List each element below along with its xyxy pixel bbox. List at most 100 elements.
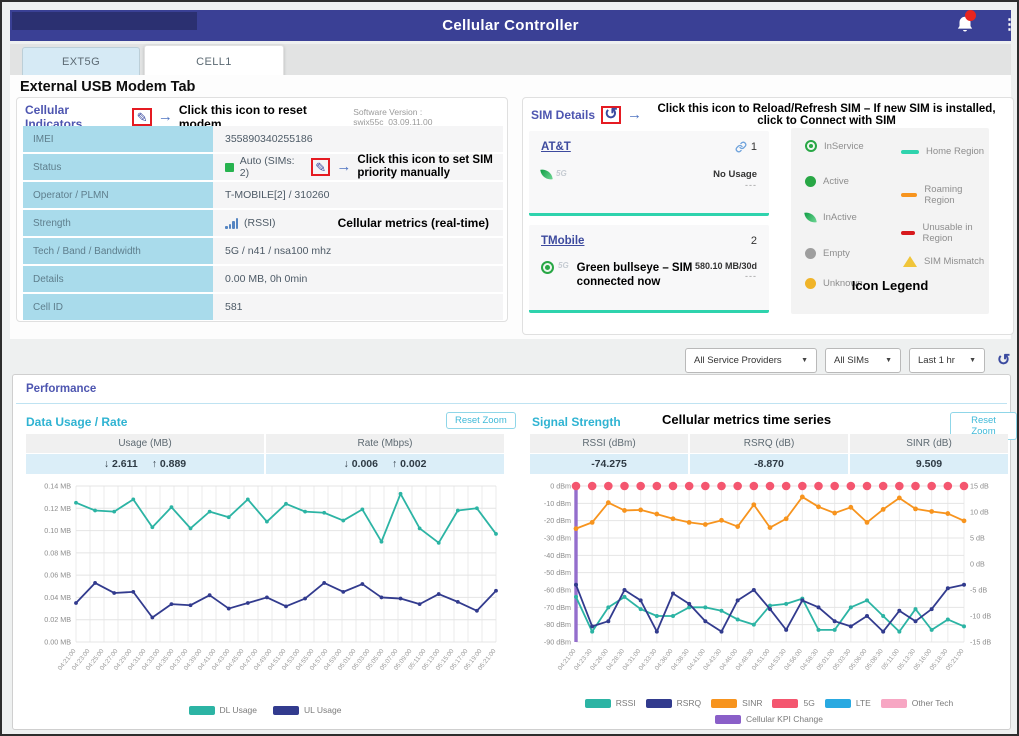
row-label: Details [23,266,213,292]
data-usage-title: Data Usage / Rate [26,415,127,429]
sim-name-link[interactable]: TMobile [541,235,584,247]
sim-card-att[interactable]: AT&T 1 5G No Usage --- [529,131,769,216]
svg-text:-80 dBm: -80 dBm [544,620,571,629]
chevron-down-icon: ▼ [885,357,892,364]
svg-text:0.08 MB: 0.08 MB [44,548,71,557]
roaming-region-icon [901,193,917,197]
svg-text:-40 dBm: -40 dBm [544,551,571,560]
table-row: Cell ID 581 [23,294,503,320]
link-icon [735,141,747,153]
timeseries-annotation: Cellular metrics time series [662,412,831,427]
service-provider-select[interactable]: All Service Providers ▼ [685,348,817,373]
sims-value: All SIMs [834,355,869,366]
annotation-red-box: ↺ [601,106,621,124]
legend-swatch [273,706,299,715]
row-value: T-MOBILE[2] / 310260 [213,182,503,208]
svg-text:-15 dB: -15 dB [970,638,991,647]
svg-text:0.06 MB: 0.06 MB [44,571,71,580]
usage-column: 580.10 MB/30d --- [695,261,757,281]
legend-label: 5G [803,698,814,708]
table-row: Details 0.00 MB, 0h 0min [23,266,503,292]
home-region-icon [901,150,919,154]
legend-swatch [825,699,851,708]
row-label: Operator / PLMN [23,182,213,208]
sim-reload-icon[interactable]: ↺ [604,108,617,122]
svg-text:0.02 MB: 0.02 MB [44,615,71,624]
sim-reload-annotation-line2: click to Connect with SIM [757,115,896,127]
row-value: Auto (SIMs: 2) ✎ → Click this icon to se… [213,154,503,180]
usage-chart-legend: DL UsageUL Usage [26,705,504,715]
legend-item: 5G [772,698,814,708]
svg-text:-10 dB: -10 dB [970,612,991,621]
table-row: Tech / Band / Bandwidth 5G / n41 / nsa10… [23,238,503,264]
signal-chart-legend-row2: Cellular KPI Change [530,714,1008,724]
row-label: Tech / Band / Bandwidth [23,238,213,264]
sim-reload-annotation-line1: Click this icon to Reload/Refresh SIM – … [657,103,995,115]
app-title: Cellular Controller [442,17,579,34]
sim-slot-number: 1 [751,141,757,153]
legend-item: SINR [711,698,762,708]
chevron-down-icon: ▼ [969,357,976,364]
table-row: Strength (RSSI) Cellular metrics (real-t… [23,210,503,236]
status-green-square-icon [225,163,234,172]
usage-down: ↓ 2.611 [104,458,138,470]
unusable-region-icon [901,231,915,235]
legend-unusable-region: Unusable in Region [901,222,989,244]
chevron-down-icon: ▼ [801,357,808,364]
sim-details-title: SIM Details [531,108,595,122]
svg-text:-90 dBm: -90 dBm [544,638,571,647]
annotation-red-box: ✎ [311,158,331,176]
sim-name-link[interactable]: AT&T [541,141,571,153]
tab-cell1[interactable]: CELL1 [144,45,284,78]
legend-item: UL Usage [273,705,341,715]
rate-down: ↓ 0.006 [344,458,378,470]
row-label: Status [23,154,213,180]
empty-icon [805,248,816,259]
status-text: Auto (SIMs: 2) [240,155,305,179]
reset-zoom-button[interactable]: Reset Zoom [446,412,516,429]
annotation-arrow-icon: → [336,161,351,173]
sim-priority-pencil-icon[interactable]: ✎ [315,161,326,174]
tab-ext5g[interactable]: EXT5G [22,47,140,75]
performance-title: Performance [26,383,96,395]
svg-text:0.12 MB: 0.12 MB [44,504,71,513]
row-value: 0.00 MB, 0h 0min [213,266,503,292]
bullseye-annotation: Green bullseye – SIM connected now [577,261,695,289]
column-header: Usage (MB) [26,434,264,453]
app-window: Cellular Controller ⋮ EXT5G CELL1 Extern… [0,0,1019,736]
signal-strength-bars-icon [225,218,238,229]
time-range-select[interactable]: Last 1 hr ▼ [909,348,985,373]
legend-label: LTE [856,698,871,708]
signal-strength-chart[interactable]: 0 dBm-10 dBm-20 dBm-30 dBm-40 dBm-50 dBm… [530,478,1008,704]
legend-swatch [189,706,215,715]
reset-modem-pencil-icon[interactable]: ✎ [137,111,148,124]
usage-column: No Usage --- [713,169,757,190]
usage-summary-table: Usage (MB) ↓ 2.611 ↑ 0.889 Rate (Mbps) ↓… [26,434,504,474]
sim-mismatch-icon [903,256,917,267]
sim-slot-number: 2 [751,235,757,247]
sim-card-tmobile[interactable]: TMobile 2 5G Green bullseye – SIM connec… [529,225,769,313]
svg-text:10 dB: 10 dB [970,508,989,517]
svg-text:0.04 MB: 0.04 MB [44,593,71,602]
svg-text:0.00 MB: 0.00 MB [44,638,71,647]
svg-text:-30 dBm: -30 dBm [544,534,571,543]
signal-summary-table: RSSI (dBm) -74.275 RSRQ (dB) -8.870 SINR… [530,434,1008,474]
sims-select[interactable]: All SIMs ▼ [825,348,901,373]
legend-swatch [646,699,672,708]
legend-swatch [711,699,737,708]
refresh-charts-icon[interactable]: ↺ [997,350,1010,370]
annotation-arrow-icon: → [158,111,173,123]
svg-text:-20 dBm: -20 dBm [544,516,571,525]
table-row: Status Auto (SIMs: 2) ✎ → Click this ico… [23,154,503,180]
strength-text: (RSSI) [244,217,276,229]
data-usage-chart[interactable]: 0.14 MB0.12 MB0.10 MB0.08 MB0.06 MB0.04 … [26,478,504,704]
notification-badge [965,10,976,21]
svg-text:0 dB: 0 dB [970,560,985,569]
legend-sim-mismatch: SIM Mismatch [903,256,984,267]
kebab-menu-icon[interactable]: ⋮ [1002,14,1017,36]
divider [16,403,1007,404]
inactive-leaf-icon [540,168,552,180]
svg-text:-50 dBm: -50 dBm [544,568,571,577]
legend-swatch [585,699,611,708]
inservice-bullseye-icon [541,261,554,274]
